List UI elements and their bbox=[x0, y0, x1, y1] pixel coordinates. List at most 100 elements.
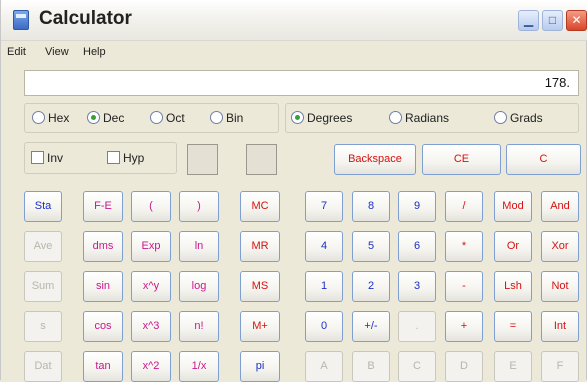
digit-5-button[interactable]: 5 bbox=[352, 231, 390, 262]
not-button[interactable]: Not bbox=[541, 271, 579, 302]
multiply-button[interactable]: * bbox=[445, 231, 483, 262]
radio-icon bbox=[389, 111, 402, 124]
radio-label: Bin bbox=[226, 111, 244, 125]
m-plus-button[interactable]: M+ bbox=[240, 311, 280, 342]
fe-button[interactable]: F-E bbox=[83, 191, 123, 222]
ave-button[interactable]: Ave bbox=[24, 231, 62, 262]
menu-bar: Edit View Help bbox=[1, 41, 587, 61]
button-label: F-E bbox=[94, 200, 112, 212]
ce-button[interactable]: CE bbox=[422, 144, 501, 175]
tan-button[interactable]: tan bbox=[83, 351, 123, 382]
equals-button[interactable]: = bbox=[494, 311, 532, 342]
button-label: pi bbox=[255, 360, 265, 372]
inv-checkbox[interactable]: Inv bbox=[31, 151, 63, 165]
ln-button[interactable]: ln bbox=[179, 231, 219, 262]
radio-oct[interactable]: Oct bbox=[150, 111, 185, 125]
hex-b-button[interactable]: B bbox=[352, 351, 390, 382]
menu-help[interactable]: Help bbox=[83, 46, 106, 58]
x-pow-y-button[interactable]: x^y bbox=[131, 271, 171, 302]
dat-button[interactable]: Dat bbox=[24, 351, 62, 382]
digit-1-button[interactable]: 1 bbox=[305, 271, 343, 302]
title-bar[interactable]: Calculator ▁ □ ✕ bbox=[1, 0, 587, 41]
pi-button[interactable]: pi bbox=[240, 351, 280, 382]
left-paren-button[interactable]: ( bbox=[131, 191, 171, 222]
number-system-group: Hex Dec Oct Bin bbox=[24, 103, 279, 133]
button-label: cos bbox=[94, 320, 112, 332]
cos-button[interactable]: cos bbox=[83, 311, 123, 342]
add-button[interactable]: + bbox=[445, 311, 483, 342]
hex-f-button[interactable]: F bbox=[541, 351, 579, 382]
radio-bin[interactable]: Bin bbox=[210, 111, 243, 125]
radio-label: Degrees bbox=[307, 111, 353, 125]
dms-button[interactable]: dms bbox=[83, 231, 123, 262]
reciprocal-button[interactable]: 1/x bbox=[179, 351, 219, 382]
sign-toggle-button[interactable]: +/- bbox=[352, 311, 390, 342]
digit-7-button[interactable]: 7 bbox=[305, 191, 343, 222]
factorial-button[interactable]: n! bbox=[179, 311, 219, 342]
minimize-button[interactable]: ▁ bbox=[518, 10, 539, 31]
xor-button[interactable]: Xor bbox=[541, 231, 579, 262]
button-label: 0 bbox=[320, 320, 328, 332]
x-squared-button[interactable]: x^2 bbox=[131, 351, 171, 382]
hyp-checkbox[interactable]: Hyp bbox=[107, 151, 144, 165]
menu-edit[interactable]: Edit bbox=[7, 46, 26, 58]
button-label: D bbox=[460, 360, 468, 372]
sta-button[interactable]: Sta bbox=[24, 191, 62, 222]
mr-button[interactable]: MR bbox=[240, 231, 280, 262]
checkbox-icon bbox=[107, 151, 120, 164]
radio-grads[interactable]: Grads bbox=[494, 111, 543, 125]
decimal-button[interactable]: . bbox=[398, 311, 436, 342]
radio-dec[interactable]: Dec bbox=[87, 111, 124, 125]
digit-2-button[interactable]: 2 bbox=[352, 271, 390, 302]
radio-icon bbox=[32, 111, 45, 124]
button-label: Or bbox=[506, 240, 520, 252]
backspace-button[interactable]: Backspace bbox=[334, 144, 416, 175]
clear-button[interactable]: C bbox=[506, 144, 581, 175]
x-cubed-button[interactable]: x^3 bbox=[131, 311, 171, 342]
close-button[interactable]: ✕ bbox=[566, 10, 587, 31]
subtract-button[interactable]: - bbox=[445, 271, 483, 302]
hex-d-button[interactable]: D bbox=[445, 351, 483, 382]
maximize-button[interactable]: □ bbox=[542, 10, 563, 31]
sin-button[interactable]: sin bbox=[83, 271, 123, 302]
button-label: Sum bbox=[31, 280, 55, 292]
lsh-button[interactable]: Lsh bbox=[494, 271, 532, 302]
window-title: Calculator bbox=[39, 8, 132, 29]
radio-radians[interactable]: Radians bbox=[389, 111, 449, 125]
hex-c-button[interactable]: C bbox=[398, 351, 436, 382]
calculator-icon bbox=[13, 10, 29, 30]
menu-view[interactable]: View bbox=[45, 46, 69, 58]
digit-9-button[interactable]: 9 bbox=[398, 191, 436, 222]
radio-hex[interactable]: Hex bbox=[32, 111, 69, 125]
log-button[interactable]: log bbox=[179, 271, 219, 302]
button-label: M+ bbox=[252, 320, 268, 332]
digit-6-button[interactable]: 6 bbox=[398, 231, 436, 262]
right-paren-button[interactable]: ) bbox=[179, 191, 219, 222]
button-label: Not bbox=[551, 280, 569, 292]
and-button[interactable]: And bbox=[541, 191, 579, 222]
int-button[interactable]: Int bbox=[541, 311, 579, 342]
digit-4-button[interactable]: 4 bbox=[305, 231, 343, 262]
button-label: Mod bbox=[502, 200, 524, 212]
sum-button[interactable]: Sum bbox=[24, 271, 62, 302]
radio-selected-icon bbox=[87, 111, 100, 124]
button-label: n! bbox=[194, 320, 204, 332]
button-label: Sta bbox=[34, 200, 52, 212]
digit-8-button[interactable]: 8 bbox=[352, 191, 390, 222]
button-label: CE bbox=[453, 153, 470, 165]
mod-button[interactable]: Mod bbox=[494, 191, 532, 222]
button-label: x^y bbox=[142, 280, 160, 292]
digit-3-button[interactable]: 3 bbox=[398, 271, 436, 302]
radio-label: Grads bbox=[510, 111, 543, 125]
mc-button[interactable]: MC bbox=[240, 191, 280, 222]
divide-button[interactable]: / bbox=[445, 191, 483, 222]
digit-0-button[interactable]: 0 bbox=[305, 311, 343, 342]
ms-button[interactable]: MS bbox=[240, 271, 280, 302]
hex-a-button[interactable]: A bbox=[305, 351, 343, 382]
radio-label: Radians bbox=[405, 111, 450, 125]
radio-degrees[interactable]: Degrees bbox=[291, 111, 352, 125]
hex-e-button[interactable]: E bbox=[494, 351, 532, 382]
s-button[interactable]: s bbox=[24, 311, 62, 342]
exp-button[interactable]: Exp bbox=[131, 231, 171, 262]
or-button[interactable]: Or bbox=[494, 231, 532, 262]
